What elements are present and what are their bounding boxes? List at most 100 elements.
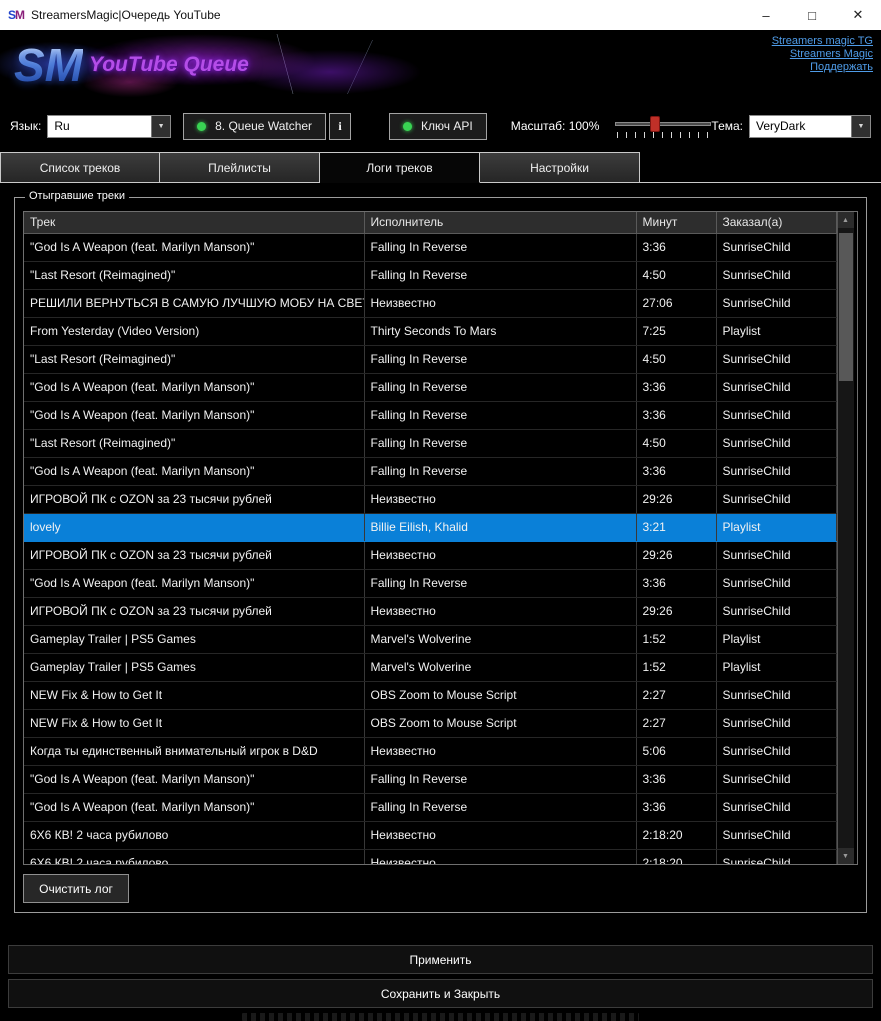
table-row[interactable]: РЕШИЛИ ВЕРНУТЬСЯ В САМУЮ ЛУЧШУЮ МОБУ НА … xyxy=(24,289,836,317)
header-links: Streamers magic TG Streamers Magic Подде… xyxy=(772,35,873,74)
cell-artist: Falling In Reverse xyxy=(364,373,636,401)
cell-artist: Неизвестно xyxy=(364,821,636,849)
tab-track-list[interactable]: Список треков xyxy=(0,152,160,183)
table-row[interactable]: From Yesterday (Video Version)Thirty Sec… xyxy=(24,317,836,345)
table-row[interactable]: "Last Resort (Reimagined)"Falling In Rev… xyxy=(24,345,836,373)
cell-requester: SunriseChild xyxy=(716,485,836,513)
queue-watcher-label: 8. Queue Watcher xyxy=(215,119,312,133)
tab-playlists[interactable]: Плейлисты xyxy=(160,152,320,183)
close-button[interactable]: ✕ xyxy=(835,0,881,30)
scrollbar-track[interactable] xyxy=(838,228,854,848)
table-row[interactable]: lovelyBillie Eilish, Khalid3:21Playlist xyxy=(24,513,836,541)
queue-watcher-button[interactable]: 8. Queue Watcher xyxy=(183,113,326,140)
table-row[interactable]: "God Is A Weapon (feat. Marilyn Manson)"… xyxy=(24,793,836,821)
cell-requester: SunriseChild xyxy=(716,541,836,569)
cell-requester: SunriseChild xyxy=(716,429,836,457)
clear-log-button[interactable]: Очистить лог xyxy=(23,874,129,903)
cell-artist: Falling In Reverse xyxy=(364,457,636,485)
app-icon-s: S xyxy=(8,8,15,22)
table-row[interactable]: "Last Resort (Reimagined)"Falling In Rev… xyxy=(24,261,836,289)
table-row[interactable]: "God Is A Weapon (feat. Marilyn Manson)"… xyxy=(24,233,836,261)
table-row[interactable]: NEW Fix & How to Get ItOBS Zoom to Mouse… xyxy=(24,709,836,737)
cell-artist: Falling In Reverse xyxy=(364,569,636,597)
link-streamers-magic[interactable]: Streamers Magic xyxy=(772,48,873,61)
table-row[interactable]: 6Х6 КВ! 2 часа рубиловоНеизвестно2:18:20… xyxy=(24,821,836,849)
column-header-track[interactable]: Трек xyxy=(24,212,364,233)
cell-track: "God Is A Weapon (feat. Marilyn Manson)" xyxy=(24,765,364,793)
cell-artist: Falling In Reverse xyxy=(364,233,636,261)
tab-content: Отыгравшие треки Трек Исполнитель Минут … xyxy=(0,183,881,935)
column-header-minutes[interactable]: Минут xyxy=(636,212,716,233)
cell-minutes: 29:26 xyxy=(636,485,716,513)
language-label: Язык: xyxy=(10,119,41,133)
column-header-artist[interactable]: Исполнитель xyxy=(364,212,636,233)
cell-artist: Falling In Reverse xyxy=(364,765,636,793)
cell-requester: SunriseChild xyxy=(716,681,836,709)
table-row[interactable]: NEW Fix & How to Get ItOBS Zoom to Mouse… xyxy=(24,681,836,709)
cell-minutes: 1:52 xyxy=(636,653,716,681)
cell-requester: SunriseChild xyxy=(716,233,836,261)
vertical-scrollbar[interactable]: ▲ ▼ xyxy=(837,212,854,864)
chevron-down-icon[interactable]: ▼ xyxy=(151,116,170,137)
window-title: StreamersMagic|Очередь YouTube xyxy=(31,8,221,22)
theme-value: VeryDark xyxy=(750,116,851,137)
cell-track: From Yesterday (Video Version) xyxy=(24,317,364,345)
table-row[interactable]: "God Is A Weapon (feat. Marilyn Manson)"… xyxy=(24,765,836,793)
cell-minutes: 3:36 xyxy=(636,765,716,793)
theme-group: Тема: VeryDark ▼ xyxy=(711,115,871,138)
info-button[interactable]: i xyxy=(329,113,351,140)
save-close-button[interactable]: Сохранить и Закрыть xyxy=(8,979,873,1008)
table-row[interactable]: Gameplay Trailer | PS5 GamesMarvel's Wol… xyxy=(24,653,836,681)
slider-thumb[interactable] xyxy=(650,116,660,132)
cell-track: 6Х6 КВ! 2 часа рубилово xyxy=(24,821,364,849)
chevron-down-icon[interactable]: ▼ xyxy=(851,116,870,137)
cell-requester: SunriseChild xyxy=(716,709,836,737)
table-row[interactable]: "God Is A Weapon (feat. Marilyn Manson)"… xyxy=(24,569,836,597)
table-row[interactable]: "Last Resort (Reimagined)"Falling In Rev… xyxy=(24,429,836,457)
tab-settings[interactable]: Настройки xyxy=(480,152,640,183)
window-controls: – □ ✕ xyxy=(743,0,881,30)
cell-requester: SunriseChild xyxy=(716,793,836,821)
table-row[interactable]: "God Is A Weapon (feat. Marilyn Manson)"… xyxy=(24,457,836,485)
table-header-row: Трек Исполнитель Минут Заказал(а) xyxy=(24,212,836,233)
maximize-button[interactable]: □ xyxy=(789,0,835,30)
app-logo: SM YouTube Queue xyxy=(0,30,430,100)
table-row[interactable]: "God Is A Weapon (feat. Marilyn Manson)"… xyxy=(24,373,836,401)
language-dropdown[interactable]: Ru ▼ xyxy=(47,115,171,138)
scale-slider[interactable] xyxy=(615,111,711,141)
logo-title-text: YouTube Queue xyxy=(89,53,249,77)
cell-artist: Неизвестно xyxy=(364,597,636,625)
status-dot-icon xyxy=(403,122,412,131)
scroll-up-icon[interactable]: ▲ xyxy=(838,212,854,228)
table-row[interactable]: 6Х6 КВ! 2 часа рубиловоНеизвестно2:18:20… xyxy=(24,849,836,865)
cell-minutes: 5:06 xyxy=(636,737,716,765)
link-donate[interactable]: Поддержать xyxy=(772,61,873,74)
cell-minutes: 3:21 xyxy=(636,513,716,541)
cell-track: lovely xyxy=(24,513,364,541)
tab-track-logs[interactable]: Логи треков xyxy=(320,152,480,183)
table-row[interactable]: ИГРОВОЙ ПК с OZON за 23 тысячи рублейНеи… xyxy=(24,597,836,625)
link-streamers-magic-tg[interactable]: Streamers magic TG xyxy=(772,35,873,48)
header-banner: SM YouTube Queue Streamers magic TG Stre… xyxy=(0,30,881,100)
table-row[interactable]: ИГРОВОЙ ПК с OZON за 23 тысячи рублейНеи… xyxy=(24,541,836,569)
cell-track: "God Is A Weapon (feat. Marilyn Manson)" xyxy=(24,401,364,429)
table-row[interactable]: "God Is A Weapon (feat. Marilyn Manson)"… xyxy=(24,401,836,429)
api-key-button[interactable]: Ключ API xyxy=(389,113,487,140)
minimize-button[interactable]: – xyxy=(743,0,789,30)
cell-track: РЕШИЛИ ВЕРНУТЬСЯ В САМУЮ ЛУЧШУЮ МОБУ НА … xyxy=(24,289,364,317)
cell-minutes: 2:18:20 xyxy=(636,821,716,849)
table-row[interactable]: ИГРОВОЙ ПК с OZON за 23 тысячи рублейНеи… xyxy=(24,485,836,513)
cell-artist: Falling In Reverse xyxy=(364,401,636,429)
apply-button[interactable]: Применить xyxy=(8,945,873,974)
theme-dropdown[interactable]: VeryDark ▼ xyxy=(749,115,871,138)
cell-track: "God Is A Weapon (feat. Marilyn Manson)" xyxy=(24,569,364,597)
column-header-requester[interactable]: Заказал(а) xyxy=(716,212,836,233)
scrollbar-thumb[interactable] xyxy=(839,233,853,381)
slider-track xyxy=(615,122,711,126)
table-row[interactable]: Gameplay Trailer | PS5 GamesMarvel's Wol… xyxy=(24,625,836,653)
cell-minutes: 3:36 xyxy=(636,401,716,429)
scroll-down-icon[interactable]: ▼ xyxy=(838,848,854,864)
cell-artist: Marvel's Wolverine xyxy=(364,653,636,681)
table-row[interactable]: Когда ты единственный внимательный игрок… xyxy=(24,737,836,765)
status-dot-icon xyxy=(197,122,206,131)
